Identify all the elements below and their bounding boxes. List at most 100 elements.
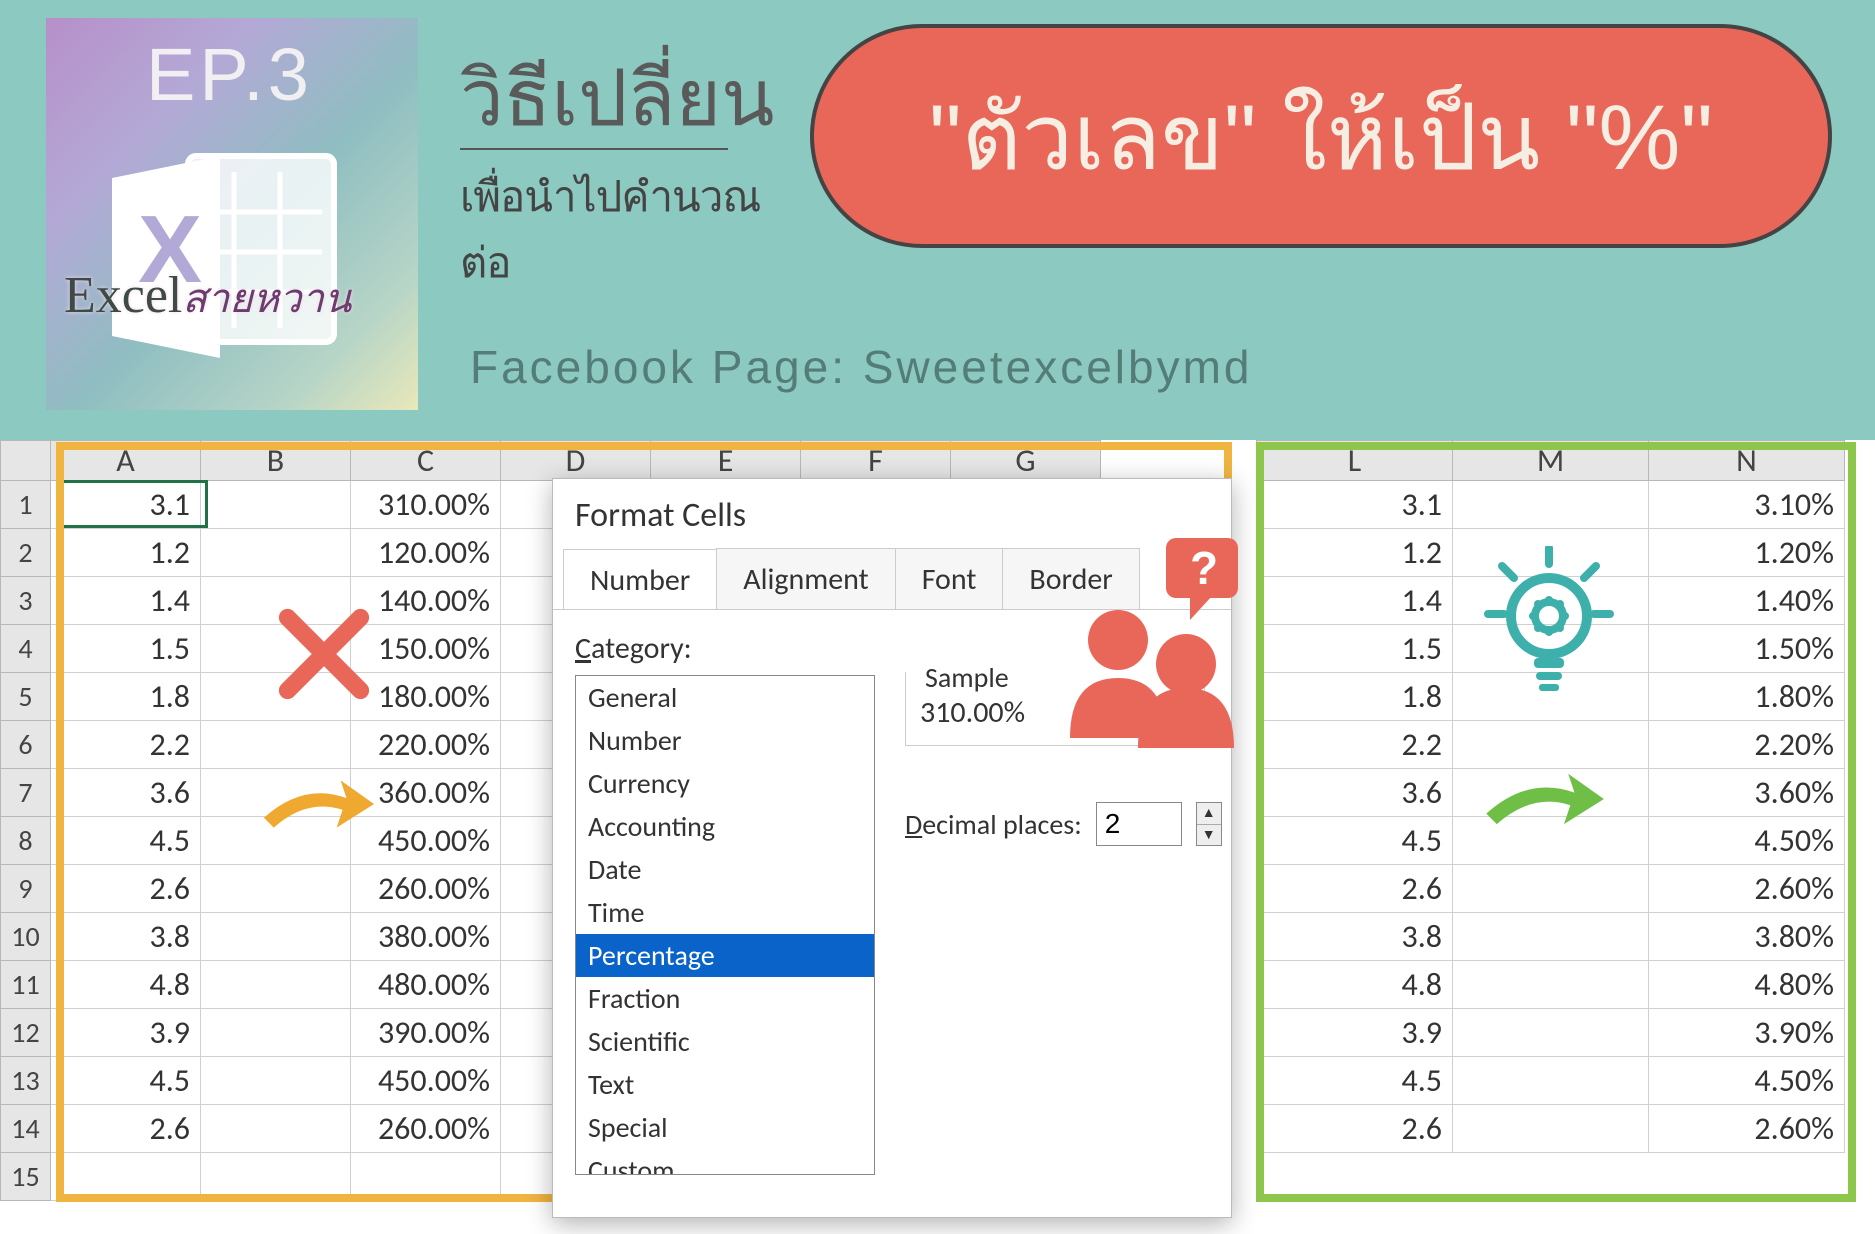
table-row[interactable]: 4.54.50% xyxy=(1257,1057,1845,1105)
cell[interactable]: 1.4 xyxy=(51,577,201,625)
table-row[interactable]: 2.62.60% xyxy=(1257,1105,1845,1153)
category-item[interactable]: Percentage xyxy=(576,934,874,977)
cell[interactable]: 2.60% xyxy=(1649,1105,1845,1153)
row-header[interactable]: 10 xyxy=(1,913,51,961)
row-header[interactable]: 15 xyxy=(1,1153,51,1201)
table-row[interactable]: 2.6 2.60% xyxy=(1257,865,1845,913)
row-header[interactable]: 4 xyxy=(1,625,51,673)
tab-number[interactable]: Number xyxy=(563,549,717,610)
cell[interactable]: 3.10% xyxy=(1649,481,1845,529)
row-header[interactable]: 7 xyxy=(1,769,51,817)
cell[interactable]: 2.2 xyxy=(51,721,201,769)
cell[interactable] xyxy=(201,961,351,1009)
category-item[interactable]: Number xyxy=(576,719,874,762)
row-header[interactable]: 2 xyxy=(1,529,51,577)
category-item[interactable]: Text xyxy=(576,1063,874,1106)
cell[interactable]: 1.20% xyxy=(1649,529,1845,577)
category-item[interactable]: Time xyxy=(576,891,874,934)
cell[interactable]: 1.80% xyxy=(1649,673,1845,721)
row-header[interactable]: 1 xyxy=(1,481,51,529)
cell[interactable]: 1.50% xyxy=(1649,625,1845,673)
category-listbox[interactable]: GeneralNumberCurrencyAccountingDateTimeP… xyxy=(575,675,875,1175)
col-header-D[interactable]: D xyxy=(501,441,651,481)
cell[interactable]: 2.60% xyxy=(1649,865,1845,913)
cell[interactable] xyxy=(1453,865,1649,913)
cell[interactable]: 390.00% xyxy=(351,1009,501,1057)
cell[interactable]: 480.00% xyxy=(351,961,501,1009)
tab-font[interactable]: Font xyxy=(895,548,1004,609)
cell[interactable] xyxy=(51,1153,201,1201)
cell[interactable]: 260.00% xyxy=(351,1105,501,1153)
cell[interactable]: 1.40% xyxy=(1649,577,1845,625)
cell[interactable]: 140.00% xyxy=(351,577,501,625)
cell[interactable]: 380.00% xyxy=(351,913,501,961)
spin-down-icon[interactable]: ▼ xyxy=(1197,825,1221,846)
row-header[interactable]: 6 xyxy=(1,721,51,769)
cell[interactable] xyxy=(201,481,351,529)
cell[interactable]: 450.00% xyxy=(351,1057,501,1105)
cell[interactable]: 2.6 xyxy=(1257,865,1453,913)
cell[interactable]: 3.60% xyxy=(1649,769,1845,817)
cell[interactable]: 1.5 xyxy=(1257,625,1453,673)
cell[interactable]: 4.5 xyxy=(51,817,201,865)
cell[interactable]: 1.5 xyxy=(51,625,201,673)
cell[interactable] xyxy=(201,1105,351,1153)
col-header-M[interactable]: M xyxy=(1453,441,1649,481)
col-header-L[interactable]: L xyxy=(1257,441,1453,481)
col-header-C[interactable]: C xyxy=(351,441,501,481)
cell[interactable]: 3.1 xyxy=(51,481,201,529)
cell[interactable] xyxy=(1453,961,1649,1009)
category-item[interactable]: General xyxy=(576,676,874,719)
cell[interactable]: 2.6 xyxy=(51,1105,201,1153)
table-row[interactable]: 3.9 3.90% xyxy=(1257,1009,1845,1057)
col-header-G[interactable]: G xyxy=(951,441,1101,481)
row-header[interactable]: 3 xyxy=(1,577,51,625)
tab-alignment[interactable]: Alignment xyxy=(716,548,895,609)
cell[interactable]: 4.5 xyxy=(1257,817,1453,865)
cell[interactable]: 1.4 xyxy=(1257,577,1453,625)
cell[interactable]: 150.00% xyxy=(351,625,501,673)
category-item[interactable]: Scientific xyxy=(576,1020,874,1063)
col-header-F[interactable]: F xyxy=(801,441,951,481)
cell[interactable]: 3.9 xyxy=(1257,1009,1453,1057)
cell[interactable]: 120.00% xyxy=(351,529,501,577)
cell[interactable]: 1.2 xyxy=(51,529,201,577)
cell[interactable] xyxy=(1453,481,1649,529)
cell[interactable]: 1.8 xyxy=(51,673,201,721)
cell[interactable]: 3.9 xyxy=(51,1009,201,1057)
cell[interactable]: 3.80% xyxy=(1649,913,1845,961)
cell[interactable]: 4.50% xyxy=(1649,817,1845,865)
category-item[interactable]: Currency xyxy=(576,762,874,805)
cell[interactable]: 260.00% xyxy=(351,865,501,913)
decimal-spin-buttons[interactable]: ▲ ▼ xyxy=(1196,802,1222,846)
table-row[interactable]: 3.83.80% xyxy=(1257,913,1845,961)
cell[interactable] xyxy=(1453,1057,1649,1105)
cell[interactable]: 3.8 xyxy=(51,913,201,961)
spin-up-icon[interactable]: ▲ xyxy=(1197,803,1221,825)
cell[interactable]: 4.80% xyxy=(1649,961,1845,1009)
cell[interactable] xyxy=(201,865,351,913)
row-header[interactable]: 12 xyxy=(1,1009,51,1057)
cell[interactable]: 310.00% xyxy=(351,481,501,529)
cell[interactable]: 4.5 xyxy=(51,1057,201,1105)
cell[interactable] xyxy=(201,721,351,769)
cell[interactable]: 3.90% xyxy=(1649,1009,1845,1057)
category-item[interactable]: Fraction xyxy=(576,977,874,1020)
cell[interactable]: 4.8 xyxy=(51,961,201,1009)
cell[interactable]: 3.6 xyxy=(51,769,201,817)
cell[interactable] xyxy=(201,1057,351,1105)
row-header[interactable]: 8 xyxy=(1,817,51,865)
table-row[interactable]: 3.1 3.10% xyxy=(1257,481,1845,529)
cell[interactable]: 2.6 xyxy=(51,865,201,913)
category-item[interactable]: Custom xyxy=(576,1149,874,1175)
col-header-B[interactable]: B xyxy=(201,441,351,481)
cell[interactable]: 180.00% xyxy=(351,673,501,721)
col-header-E[interactable]: E xyxy=(651,441,801,481)
cell[interactable]: 3.1 xyxy=(1257,481,1453,529)
cell[interactable]: 3.6 xyxy=(1257,769,1453,817)
row-header[interactable]: 5 xyxy=(1,673,51,721)
cell[interactable] xyxy=(1453,1009,1649,1057)
cell[interactable] xyxy=(1453,913,1649,961)
row-header[interactable]: 9 xyxy=(1,865,51,913)
cell[interactable]: 4.50% xyxy=(1649,1057,1845,1105)
